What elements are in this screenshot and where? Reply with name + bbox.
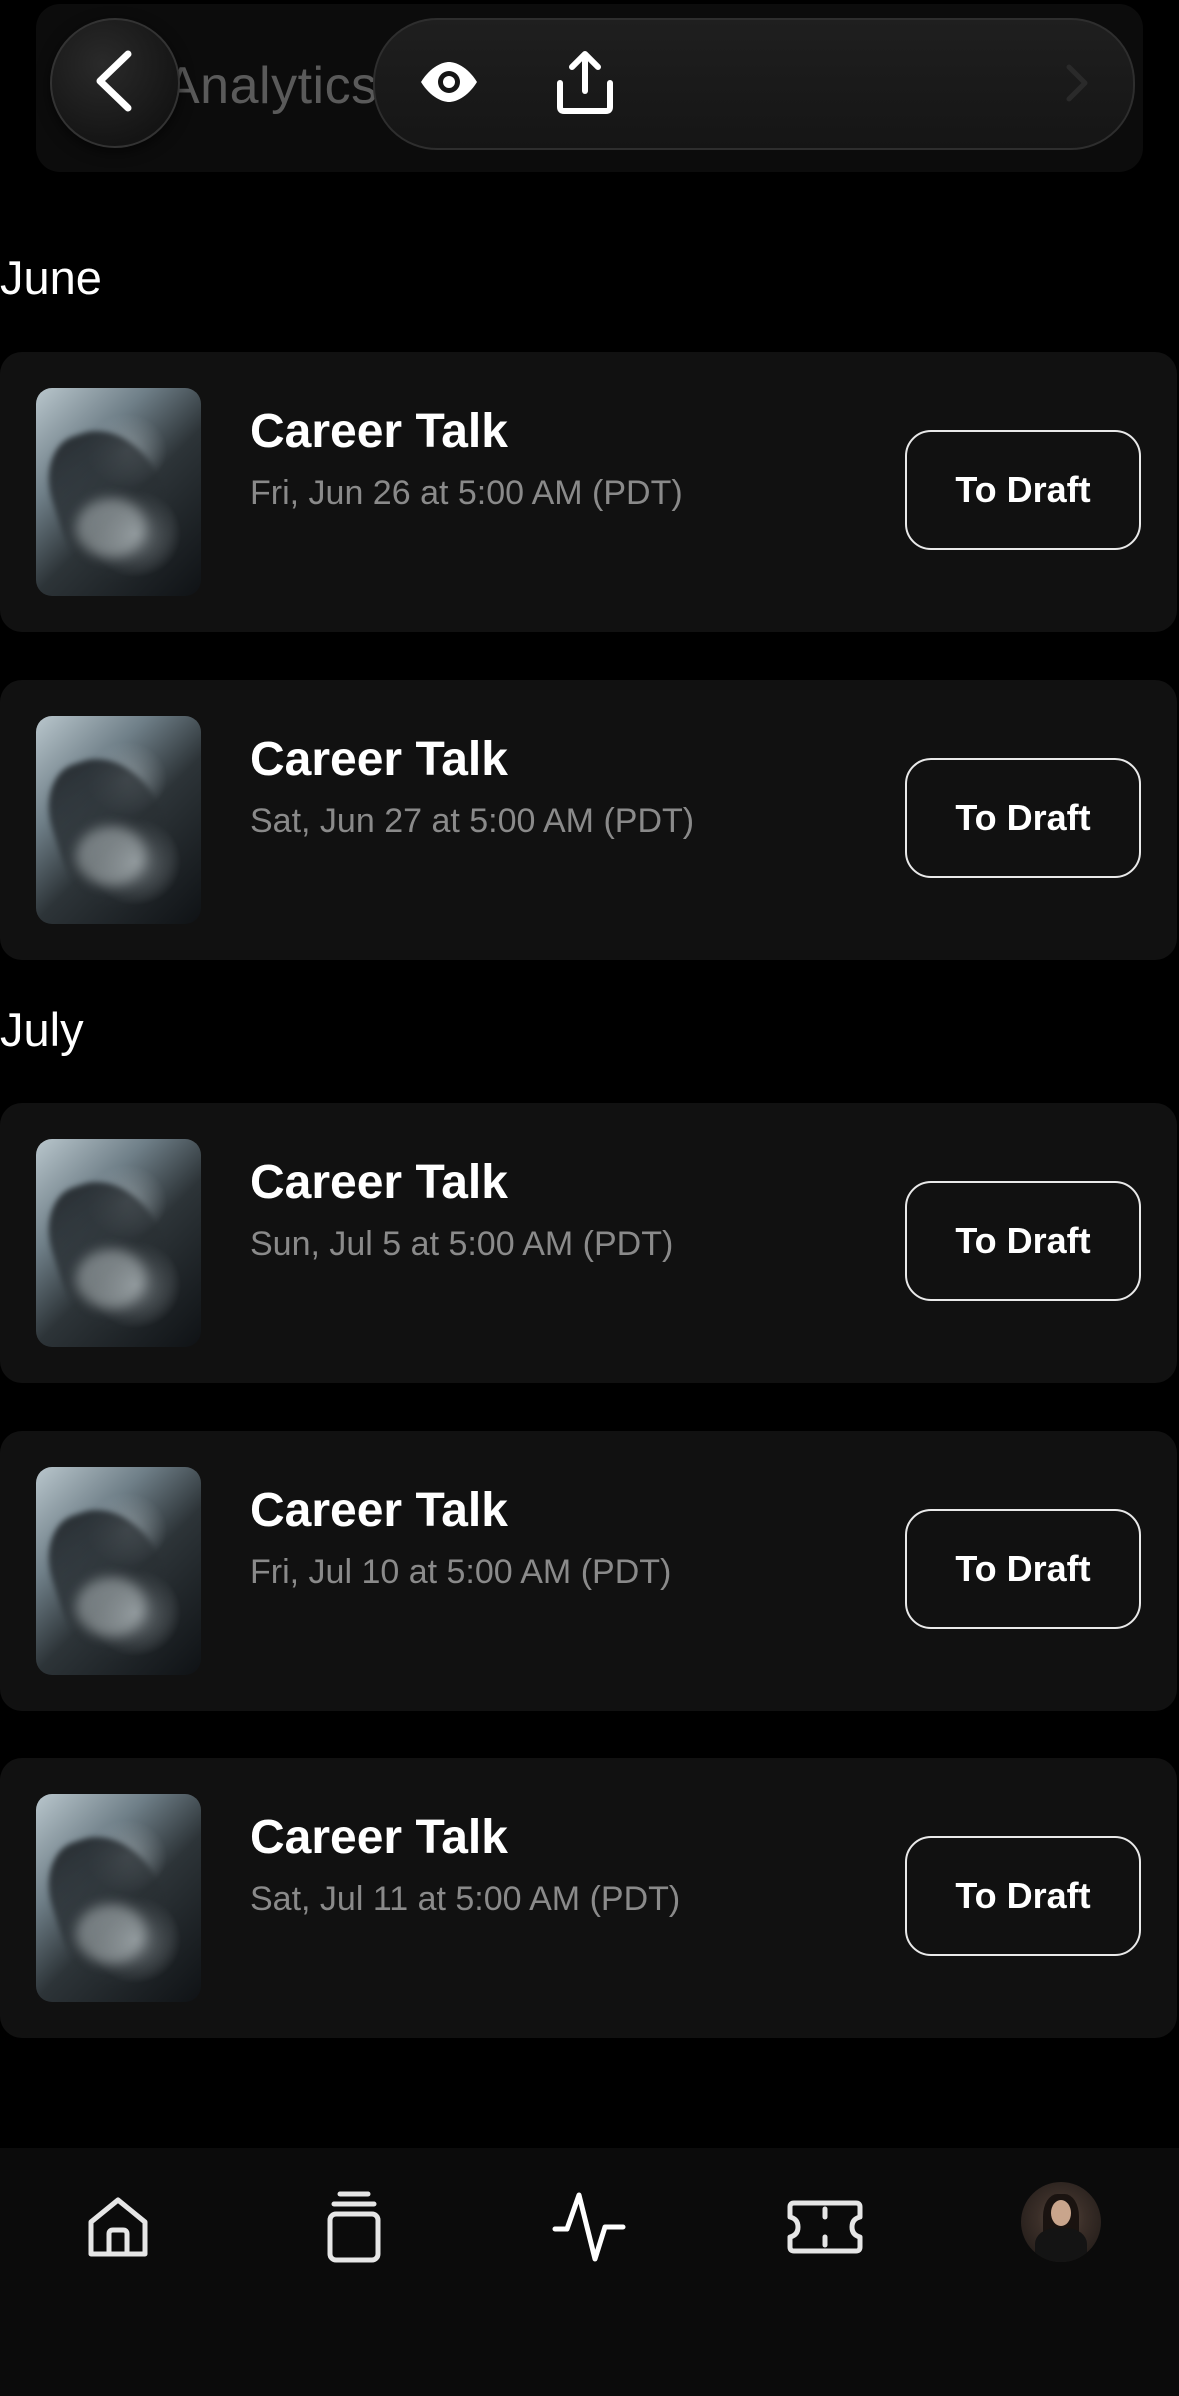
event-title: Career Talk — [250, 1811, 508, 1864]
to-draft-button[interactable]: To Draft — [905, 1181, 1141, 1301]
event-thumbnail — [36, 1467, 201, 1675]
event-date: Fri, Jul 10 at 5:00 AM (PDT) — [250, 1553, 672, 1591]
event-title: Career Talk — [250, 1156, 508, 1209]
share-upload-icon — [552, 49, 618, 120]
ticket-icon — [786, 2199, 864, 2260]
month-heading: July — [0, 1003, 84, 1056]
event-card[interactable]: Career Talk Sun, Jul 5 at 5:00 AM (PDT) … — [0, 1103, 1177, 1383]
eye-icon — [417, 60, 481, 109]
page-title: Analytics — [165, 57, 378, 115]
share-button[interactable] — [549, 48, 621, 120]
home-icon — [83, 2192, 153, 2267]
to-draft-button[interactable]: To Draft — [905, 1509, 1141, 1629]
event-title: Career Talk — [250, 1484, 508, 1537]
chevron-left-icon — [90, 48, 140, 119]
activity-icon — [551, 2189, 627, 2270]
to-draft-button[interactable]: To Draft — [905, 1836, 1141, 1956]
chevron-right-icon — [1065, 63, 1089, 108]
event-thumbnail — [36, 388, 201, 596]
bottom-nav — [0, 2148, 1179, 2396]
forward-button[interactable] — [1057, 60, 1097, 110]
event-card[interactable]: Career Talk Fri, Jun 26 at 5:00 AM (PDT)… — [0, 352, 1177, 632]
back-button[interactable] — [50, 18, 180, 148]
avatar-face — [1051, 2200, 1071, 2226]
event-card[interactable]: Career Talk Sat, Jul 11 at 5:00 AM (PDT)… — [0, 1758, 1177, 2038]
stack-icon — [324, 2190, 384, 2269]
preview-button[interactable] — [413, 48, 485, 120]
event-thumbnail — [36, 1794, 201, 2002]
nav-activity[interactable] — [544, 2184, 634, 2274]
event-date: Sat, Jun 27 at 5:00 AM (PDT) — [250, 802, 695, 840]
event-card[interactable]: Career Talk Sat, Jun 27 at 5:00 AM (PDT)… — [0, 680, 1177, 960]
nav-home[interactable] — [73, 2184, 163, 2274]
nav-library[interactable] — [309, 2184, 399, 2274]
header-actions-pill — [373, 18, 1135, 150]
avatar-body — [1035, 2228, 1087, 2262]
to-draft-button[interactable]: To Draft — [905, 758, 1141, 878]
event-card[interactable]: Career Talk Fri, Jul 10 at 5:00 AM (PDT)… — [0, 1431, 1177, 1711]
nav-tickets[interactable] — [780, 2184, 870, 2274]
to-draft-button[interactable]: To Draft — [905, 430, 1141, 550]
event-thumbnail — [36, 1139, 201, 1347]
event-date: Sat, Jul 11 at 5:00 AM (PDT) — [250, 1880, 681, 1918]
profile-avatar[interactable] — [1021, 2182, 1101, 2262]
event-date: Sun, Jul 5 at 5:00 AM (PDT) — [250, 1225, 674, 1263]
month-heading: June — [0, 251, 102, 304]
event-title: Career Talk — [250, 733, 508, 786]
event-thumbnail — [36, 716, 201, 924]
event-date: Fri, Jun 26 at 5:00 AM (PDT) — [250, 474, 683, 512]
event-title: Career Talk — [250, 405, 508, 458]
